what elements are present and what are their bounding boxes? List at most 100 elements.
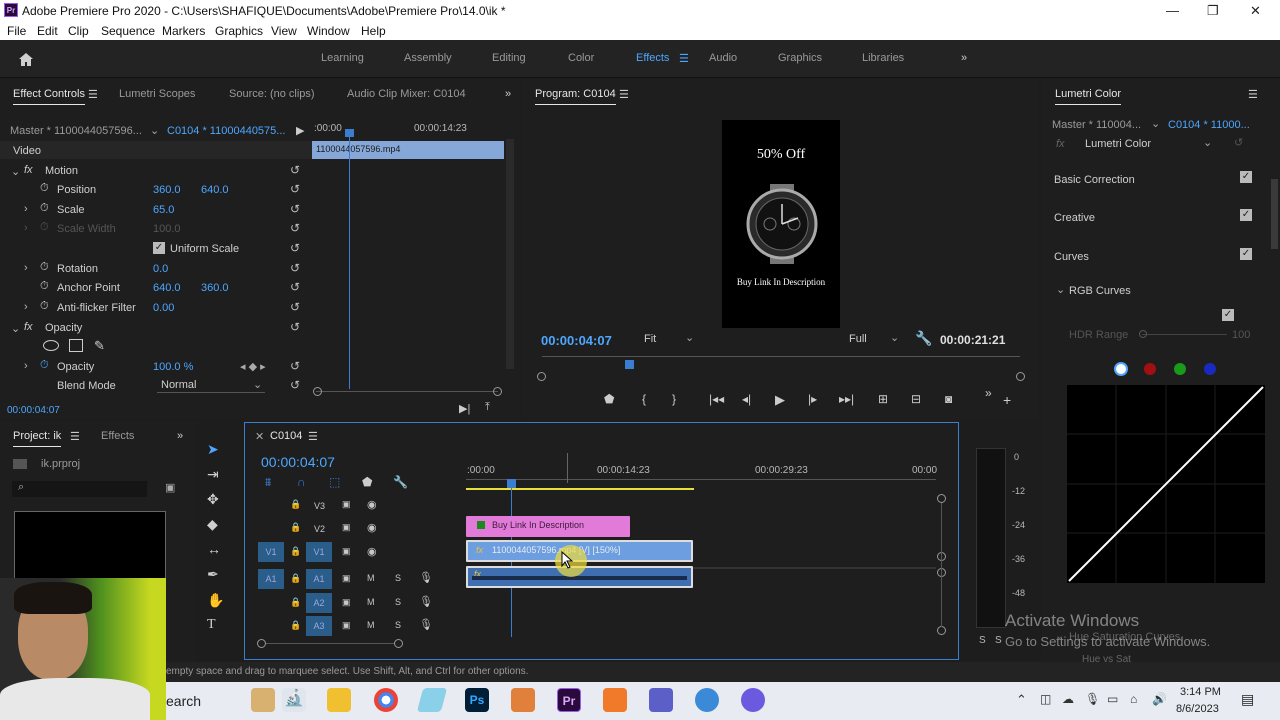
vertical-zoom-handle[interactable] [937, 494, 946, 503]
panel-menu-icon[interactable]: ☰ [619, 88, 629, 101]
chevron-down-icon[interactable]: ⌄ [1151, 117, 1160, 130]
mute-button[interactable]: M [367, 620, 375, 630]
anchor-y-value[interactable]: 360.0 [201, 282, 229, 294]
add-marker-icon[interactable]: ⬟ [604, 392, 614, 406]
close-sequence-icon[interactable]: ✕ [255, 430, 264, 443]
app-icon[interactable] [741, 688, 765, 712]
section-basic-correction[interactable]: Basic Correction [1054, 174, 1135, 186]
workspace-learning[interactable]: Learning [321, 52, 364, 64]
solo-button[interactable]: S [395, 597, 401, 607]
quality-select[interactable]: Full [849, 333, 867, 345]
notification-icon[interactable]: ▤ [1241, 691, 1254, 708]
cloud-icon[interactable]: ☁ [1062, 692, 1074, 706]
sequence-clip-label[interactable]: C0104 * 11000440575... [167, 125, 285, 137]
motion-expand-icon[interactable]: ⌄ [11, 165, 20, 178]
sync-lock-icon[interactable]: ▣ [342, 597, 351, 608]
ellipse-mask-icon[interactable] [43, 340, 59, 351]
teams-icon[interactable] [649, 688, 673, 712]
render-icon[interactable]: ▶| [459, 402, 470, 415]
fx-icon[interactable]: fx [24, 321, 33, 333]
step-back-icon[interactable]: ◂| [742, 392, 751, 406]
more-controls-icon[interactable]: » [985, 386, 992, 400]
reset-icon[interactable]: ↺ [290, 359, 300, 373]
lumetri-clip-label[interactable]: C0104 * 11000... [1168, 119, 1250, 131]
clip-v2-title[interactable]: Buy Link In Description [466, 516, 630, 537]
app-icon[interactable] [511, 688, 535, 712]
wrench-icon[interactable]: 🔧 [393, 475, 408, 489]
sync-lock-icon[interactable]: ▣ [342, 546, 351, 557]
panel-menu-icon[interactable]: ☰ [70, 430, 80, 443]
rectangle-mask-icon[interactable] [69, 339, 83, 352]
chrome-icon[interactable] [374, 688, 398, 712]
stopwatch-icon[interactable]: ⏱ [40, 182, 49, 195]
zoom-handle-left[interactable] [537, 372, 546, 381]
reset-icon[interactable]: ↺ [290, 182, 300, 196]
reset-icon[interactable]: ↺ [290, 320, 300, 334]
menu-help[interactable]: Help [361, 24, 386, 38]
expand-arrow-icon[interactable]: › [24, 262, 28, 274]
close-button[interactable]: ✕ [1250, 3, 1261, 19]
battery-icon[interactable]: ▭ [1107, 692, 1118, 706]
lumetri-scrollbar[interactable] [1271, 179, 1278, 249]
position-x-value[interactable]: 360.0 [153, 184, 181, 196]
microphone-icon[interactable]: 🎙 [419, 571, 433, 584]
reset-icon[interactable]: ↺ [290, 378, 300, 392]
expand-arrow-icon[interactable]: › [24, 360, 28, 372]
track-name-a1[interactable]: A1 [306, 569, 332, 589]
nest-icon[interactable]: ⩩ [265, 475, 271, 490]
restore-button[interactable]: ❐ [1207, 3, 1219, 19]
mute-button[interactable]: M [367, 573, 375, 583]
opacity-value[interactable]: 100.0 % [153, 361, 193, 373]
minimize-button[interactable]: — [1166, 3, 1179, 18]
program-playhead[interactable] [625, 360, 634, 369]
sync-lock-icon[interactable]: ▣ [342, 573, 351, 584]
menu-edit[interactable]: Edit [37, 24, 58, 38]
video-frame[interactable]: 50% Off Buy Link In Description [722, 120, 840, 328]
chevron-down-icon[interactable]: ⌄ [1203, 136, 1212, 149]
project-search-input[interactable] [12, 481, 147, 497]
play-icon[interactable]: ▶ [775, 392, 785, 408]
network-icon[interactable]: ⌂ [1130, 692, 1137, 706]
type-tool-icon[interactable]: T [207, 617, 216, 633]
zoom-handle-left[interactable] [313, 387, 322, 396]
section-creative[interactable]: Creative [1054, 212, 1095, 224]
blend-mode-select[interactable]: Normal [157, 379, 265, 393]
section-curves[interactable]: Curves [1054, 251, 1089, 263]
microphone-icon[interactable]: 🎙 [419, 595, 433, 608]
menu-clip[interactable]: Clip [68, 24, 89, 38]
hand-tool-icon[interactable]: ✋ [207, 592, 224, 609]
solo-button[interactable]: S [395, 573, 401, 583]
vertical-zoom-handle[interactable] [937, 626, 946, 635]
workspace-effects[interactable]: Effects [636, 52, 669, 64]
track-name-v1[interactable]: V1 [306, 542, 332, 562]
workspace-color[interactable]: Color [568, 52, 594, 64]
reset-icon[interactable]: ↺ [290, 261, 300, 275]
home-icon[interactable] [18, 52, 34, 67]
source-patch-a1[interactable]: A1 [258, 569, 284, 589]
lock-icon[interactable]: 🔒 [290, 597, 301, 608]
mark-out-icon[interactable]: } [672, 392, 676, 406]
keyframe-nav-icon[interactable]: ◂ ◆ ▸ [240, 360, 266, 373]
eye-icon[interactable]: ◉ [367, 545, 377, 558]
app-icon[interactable] [603, 688, 627, 712]
mini-playhead-handle[interactable] [345, 129, 354, 137]
photoshop-icon[interactable]: Ps [465, 688, 489, 712]
stopwatch-icon[interactable]: ⏱ [40, 261, 49, 274]
scale-value[interactable]: 65.0 [153, 204, 174, 216]
fx-icon[interactable]: fx [24, 164, 33, 176]
fit-select[interactable]: Fit [644, 333, 656, 345]
menu-graphics[interactable]: Graphics [215, 24, 263, 38]
program-monitor-title[interactable]: Program: C0104 [535, 88, 616, 105]
eye-icon[interactable]: ◉ [367, 498, 377, 511]
tabs-overflow-icon[interactable]: » [505, 88, 511, 100]
red-channel-button[interactable] [1144, 363, 1156, 375]
reset-icon[interactable]: ↺ [290, 241, 300, 255]
workspace-menu-icon[interactable]: ☰ [679, 52, 689, 65]
sequence-tab[interactable]: C0104 [270, 430, 302, 442]
new-bin-icon[interactable]: ▣ [165, 481, 175, 494]
master-clip-label[interactable]: Master * 1100044057596... [10, 125, 142, 137]
microphone-icon[interactable]: 🎙 [419, 618, 433, 631]
menu-view[interactable]: View [271, 24, 297, 38]
stopwatch-icon[interactable]: ⏱ [40, 300, 49, 313]
rgb-curves-expand-icon[interactable]: ⌄ [1056, 283, 1065, 296]
